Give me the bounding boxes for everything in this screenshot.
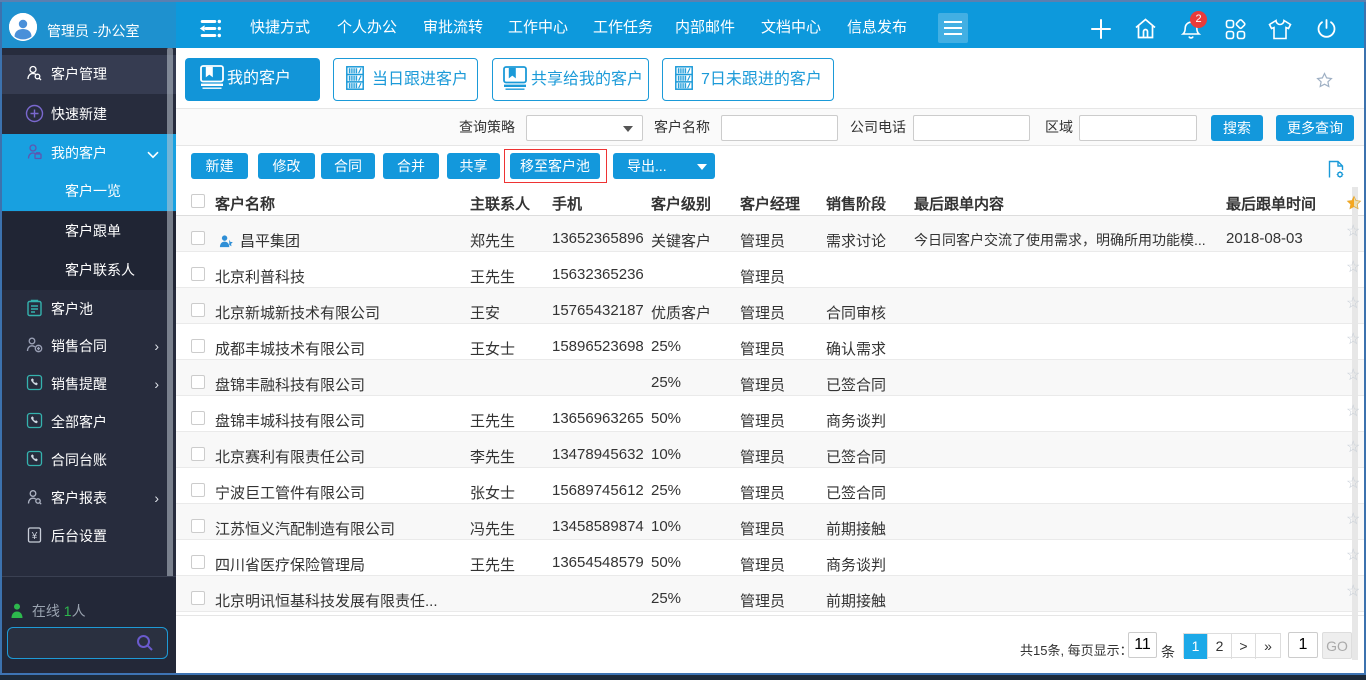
svg-text:¥: ¥ [30,531,37,542]
